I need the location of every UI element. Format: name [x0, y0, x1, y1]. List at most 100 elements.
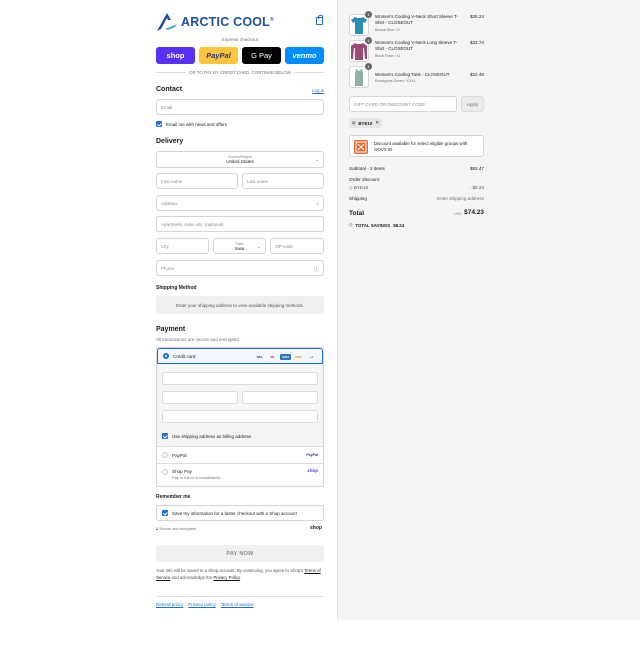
billing-same-checkbox[interactable]: Use shipping address as billing address [162, 433, 251, 439]
shop-privacy-link[interactable]: Privacy Policy [213, 575, 239, 580]
or-divider: OR TO PAY BY CREDIT CARD, CONTINUE BELOW [156, 70, 324, 75]
order-discount-row: Order discount [349, 177, 484, 182]
expiration-field[interactable] [162, 391, 238, 404]
discount-value: - $8.24 [469, 185, 484, 190]
subtotal-value: $82.47 [469, 166, 484, 171]
search-icon: ⌕ [316, 201, 319, 207]
pay-now-button[interactable]: PAY NOW [156, 545, 324, 562]
save-info-label: Save my information for a faster checkou… [172, 510, 297, 516]
radio-unselected-icon [162, 452, 168, 458]
paypal-option[interactable]: PayPal PayPal [157, 446, 323, 463]
shop-pay-subtitle: Pay in full or in installments [172, 475, 221, 480]
payment-subtitle: All transactions are secure and encrypte… [156, 337, 241, 342]
news-offers-checkbox[interactable]: Email me with news and offers [156, 121, 227, 127]
item-name: Women's Cooling V-Neck Short Sleeve T-Sh… [375, 14, 458, 25]
shipping-method-heading: Shipping Method [156, 285, 197, 291]
express-checkout-label: Express checkout [221, 37, 259, 42]
card-brands: VISA MC AMEX DISC +4 [254, 354, 317, 360]
tag-icon: ◇ [349, 185, 353, 190]
checkbox-checked-icon [162, 433, 168, 439]
paypal-button[interactable]: PayPal [199, 47, 238, 64]
help-icon[interactable]: ⓘ [314, 266, 319, 273]
news-offers-label: Email me with news and offers [166, 121, 227, 127]
name-on-card-field[interactable] [162, 410, 318, 423]
credit-card-option[interactable]: Credit card VISA MC AMEX DISC +4 [157, 348, 323, 364]
terms-of-service-link[interactable]: Terms of service [221, 602, 254, 607]
govx-banner[interactable]: Discount available for select eligible g… [349, 135, 484, 157]
shop-pay-label: Shop Pay [172, 469, 192, 474]
subtotal-label: Subtotal · 3 items [349, 166, 385, 171]
tshirt-icon [351, 17, 367, 34]
more-cards-icon: +4 [310, 355, 313, 359]
first-name-field[interactable]: First name [156, 173, 238, 189]
card-number-field[interactable] [162, 372, 318, 385]
shopping-bag-icon[interactable] [316, 15, 323, 25]
tag-icon: ◇ [352, 120, 356, 125]
page-bottom-space [0, 620, 640, 647]
applied-discount-tag: ◇ BYE10 ✕ [349, 118, 382, 128]
longsleeve-icon [351, 43, 367, 60]
credit-card-label: Credit card [173, 353, 196, 359]
address-field[interactable]: Address ⌕ [156, 195, 324, 211]
venmo-button[interactable]: venmo [285, 47, 324, 64]
paypal-logo: PayPal [306, 453, 318, 457]
shop-pay-button[interactable]: shop [156, 47, 195, 64]
visa-icon: VISA [256, 355, 263, 359]
order-summary-panel [337, 0, 640, 620]
discount-placeholder: GIFT CARD OR DISCOUNT CODE [354, 101, 426, 107]
shipping-row: Shipping Enter shipping address [349, 196, 484, 201]
google-pay-button[interactable]: G Pay [242, 47, 281, 64]
remember-me-heading: Remember me [156, 494, 191, 500]
state-select[interactable]: State Iowa ⌄ [213, 238, 266, 254]
item-name: Women's Cooling V-Neck Long Sleeve T-Shi… [375, 40, 458, 51]
shop-pay-option[interactable]: Shop Pay Pay in full or in installments … [157, 463, 323, 486]
fine-print-end: . [239, 575, 241, 580]
amex-icon: AMEX [280, 354, 291, 360]
phone-placeholder: Phone [161, 265, 175, 271]
savings-value: $8.24 [393, 222, 405, 228]
city-field[interactable]: City [156, 238, 209, 254]
apartment-field[interactable]: Apartment, suite, etc. (optional) [156, 216, 324, 232]
payment-methods: Credit card VISA MC AMEX DISC +4 Use shi… [156, 347, 324, 487]
last-name-field[interactable]: Last name [242, 173, 324, 189]
phone-field[interactable]: Phone ⓘ [156, 260, 324, 276]
secure-text: Secure and encrypted [159, 527, 197, 531]
secure-encrypted-note: 🔒︎ Secure and encrypted [156, 527, 196, 531]
item-name: Women's Cooling Tank - CLOSEOUT [375, 72, 450, 77]
item-price: $26.24 [469, 14, 484, 19]
item-price: $22.49 [469, 72, 484, 77]
shipping-method-info: Enter your shipping address to view avai… [156, 296, 324, 314]
lock-icon: 🔒︎ [156, 527, 159, 531]
apply-discount-button[interactable]: Apply [461, 96, 484, 112]
billing-same-label: Use shipping address as billing address [172, 433, 252, 439]
delivery-heading: Delivery [156, 138, 184, 145]
zip-field[interactable]: ZIP code [270, 238, 324, 254]
privacy-policy-link[interactable]: Privacy policy [188, 602, 216, 607]
refund-policy-link[interactable]: Refund policy [156, 602, 183, 607]
subtotal-row: Subtotal · 3 items $82.47 [349, 166, 484, 171]
shipping-value: Enter shipping address [437, 196, 484, 201]
brand-name: ARCTIC COOL® [181, 15, 274, 29]
email-placeholder: Email [161, 104, 173, 110]
checkout-form-panel: ARCTIC COOL® Express checkout shop PayPa… [0, 0, 337, 620]
total-savings: ◇ TOTAL SAVINGS $8.24 [349, 222, 404, 228]
brand-logo[interactable]: ARCTIC COOL® [156, 12, 274, 32]
discount-code-input[interactable]: GIFT CARD OR DISCOUNT CODE [349, 96, 457, 112]
total-label: Total [349, 210, 365, 217]
express-checkout-buttons: shop PayPal G Pay venmo [156, 47, 324, 64]
address-placeholder: Address [161, 200, 178, 206]
last-name-placeholder: Last name [247, 178, 269, 184]
email-field[interactable]: Email [156, 99, 324, 115]
remove-discount-icon[interactable]: ✕ [375, 120, 379, 126]
save-info-checkbox[interactable]: Save my information for a faster checkou… [162, 510, 297, 516]
savings-label: TOTAL SAVINGS [355, 222, 391, 228]
security-code-field[interactable] [242, 391, 318, 404]
fine-print-mid: and acknowledge the [170, 575, 214, 580]
country-value: United States [226, 159, 254, 164]
item-variant: Eucalyptus Green / XXXL [375, 79, 416, 83]
country-select[interactable]: Country/Region United States ⌄ [156, 151, 324, 168]
first-name-placeholder: First name [161, 178, 183, 184]
discount-code-row: ◇ BYE10 - $8.24 [349, 185, 484, 191]
login-link[interactable]: Log in [312, 88, 324, 93]
city-placeholder: City [161, 243, 169, 249]
